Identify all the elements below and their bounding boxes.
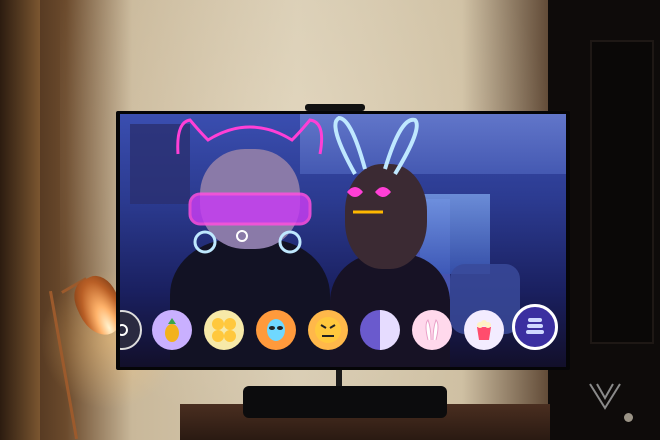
background-window xyxy=(420,194,490,274)
soundbar xyxy=(243,386,447,418)
bunny-ears-overlay xyxy=(333,115,419,214)
filter-lens-7[interactable] xyxy=(464,310,504,350)
filter-lens-5[interactable] xyxy=(360,310,400,350)
filter-lens-2[interactable] xyxy=(204,310,244,350)
filter-lens-1[interactable] xyxy=(152,310,192,350)
door-panel xyxy=(590,40,654,344)
popcorn-filter-icon xyxy=(477,320,491,340)
emoji-faces-filter-icon xyxy=(212,318,236,342)
tv-screen xyxy=(120,114,566,367)
door-knob xyxy=(624,413,633,422)
filter-lens-4[interactable] xyxy=(308,310,348,350)
watermark-logo-icon xyxy=(589,383,621,410)
filter-lens-3[interactable] xyxy=(256,310,296,350)
filter-selector-bar xyxy=(120,304,566,354)
pineapple-filter-icon xyxy=(165,318,179,342)
bunny-ears-filter-icon xyxy=(425,319,439,341)
filter-lens-6[interactable] xyxy=(412,310,452,350)
split-color-filter-icon xyxy=(379,329,381,331)
filter-lens-8[interactable] xyxy=(512,304,558,350)
cat-ears-sunglasses-overlay xyxy=(176,118,324,254)
doorway-left xyxy=(0,0,40,440)
stacked-hat-filter-icon xyxy=(526,318,544,334)
partial-icon xyxy=(120,324,128,336)
angry-face-filter-icon xyxy=(315,317,341,343)
alien-face-filter-icon xyxy=(267,319,285,341)
filter-lens-0[interactable] xyxy=(120,310,142,350)
tv-camera xyxy=(305,104,365,111)
